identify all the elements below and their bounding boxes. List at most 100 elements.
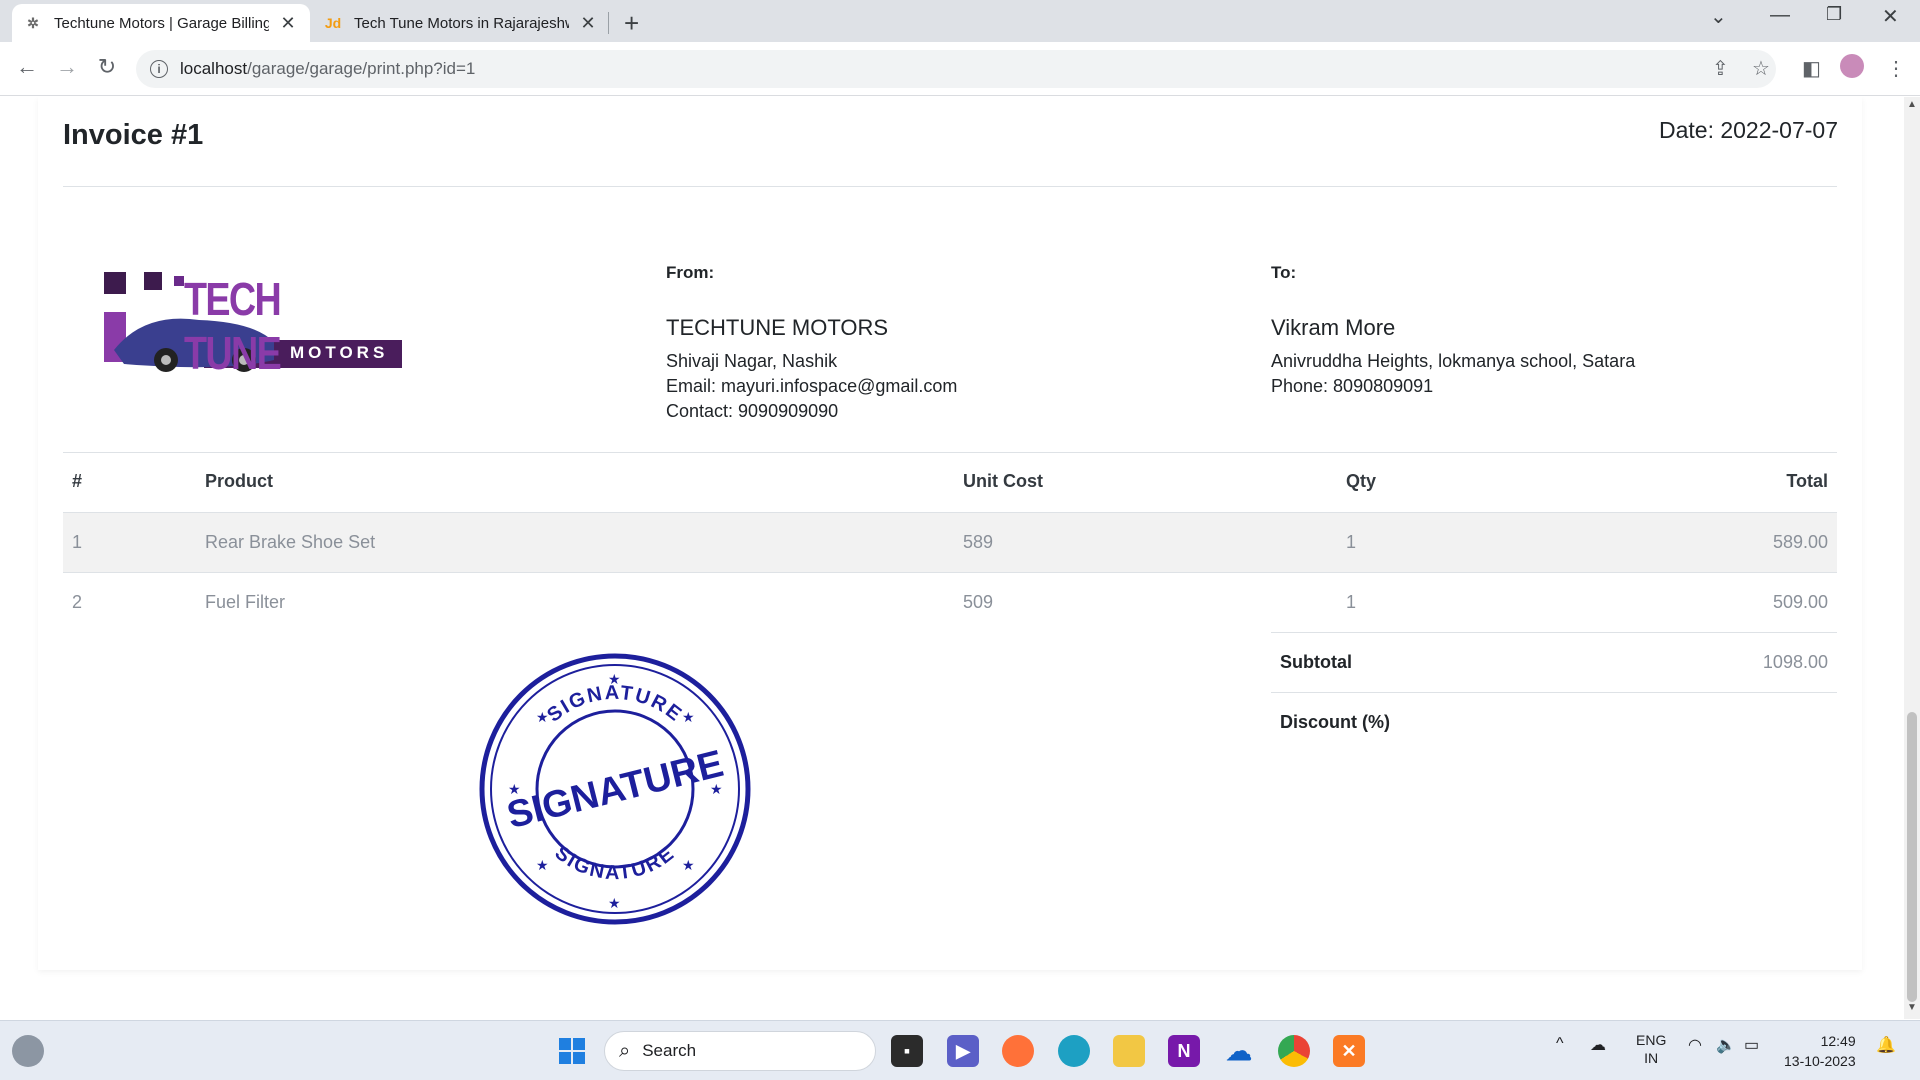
stamp-ring-text-top: SIGNATURE	[543, 682, 685, 727]
row-product: Fuel Filter	[205, 592, 286, 612]
browser-toolbar: ← → ↻ i localhost/garage/garage/print.ph…	[0, 42, 1920, 96]
start-button-icon[interactable]	[556, 1035, 588, 1067]
summary-divider	[1271, 692, 1837, 693]
svg-text:★: ★	[536, 858, 549, 874]
back-arrow-icon[interactable]: ←	[12, 54, 42, 80]
profile-avatar[interactable]	[1840, 54, 1864, 78]
col-header-product: Product	[205, 471, 274, 491]
site-info-icon[interactable]: i	[150, 60, 168, 78]
col-header-number: #	[72, 471, 83, 491]
svg-text:★: ★	[682, 710, 695, 726]
page-scrollbar[interactable]: ▲ ▼	[1904, 97, 1920, 1019]
language-code: ENG	[1636, 1032, 1667, 1048]
from-address: Shivaji Nagar, Nashik	[666, 351, 838, 371]
svg-text:SIGNATURE: SIGNATURE	[551, 842, 680, 884]
clock-time: 12:49	[1820, 1033, 1856, 1049]
windows-taskbar: ⌕ Search ▪ ▶ N ☁ ✕ ^ ☁ ENG IN ◠ 🔈 ▭ 12:4…	[0, 1020, 1920, 1080]
jd-icon: Jd	[324, 15, 342, 31]
tray-overflow-chevron-icon[interactable]: ^	[1556, 1035, 1564, 1053]
from-contact: Contact: 9090909090	[666, 401, 839, 421]
firefox-icon[interactable]	[1002, 1035, 1034, 1067]
stamp-center-text: SIGNATURE	[503, 743, 728, 837]
svg-text:★: ★	[608, 672, 621, 688]
scroll-thumb[interactable]	[1907, 712, 1917, 1002]
minimize-icon[interactable]: —	[1770, 4, 1790, 27]
chrome-icon[interactable]	[1278, 1035, 1310, 1067]
address-bar[interactable]: i localhost/garage/garage/print.php?id=1	[136, 50, 1776, 88]
row-unit-cost: 589	[963, 532, 994, 552]
search-icon: ⌕	[619, 1039, 631, 1062]
onenote-icon[interactable]: N	[1168, 1035, 1200, 1067]
signature-stamp: SIGNATURE SIGNATURE ★ ★ ★ ★ ★ ★ ★ ★ SIGNATUR…	[478, 652, 753, 927]
search-label: Search	[642, 1041, 697, 1060]
from-email: Email: mayuri.infospace@gmail.com	[666, 376, 958, 396]
scroll-down-arrow-icon[interactable]: ▼	[1907, 1002, 1917, 1013]
gear-icon: ✲	[27, 14, 39, 31]
divider	[63, 452, 1837, 453]
row-qty: 1	[1346, 532, 1357, 552]
tab-title: Tech Tune Motors in Rajarajeshw	[354, 14, 569, 32]
row-number: 2	[72, 592, 83, 612]
col-header-qty: Qty	[1346, 471, 1377, 491]
svg-text:★: ★	[536, 710, 549, 726]
from-name: TECHTUNE MOTORS	[666, 315, 889, 340]
scroll-up-arrow-icon[interactable]: ▲	[1907, 99, 1917, 110]
new-tab-icon[interactable]: +	[624, 8, 639, 39]
tab-garage-billing[interactable]: ✲ Techtune Motors | Garage Billing ✕	[12, 4, 310, 42]
row-product: Rear Brake Shoe Set	[205, 532, 376, 552]
svg-text:★: ★	[608, 896, 621, 912]
invoice-title: Invoice #1	[63, 119, 204, 151]
row-unit-cost: 509	[963, 592, 994, 612]
volume-icon[interactable]: 🔈	[1716, 1035, 1736, 1055]
to-phone: Phone: 8090809091	[1271, 376, 1434, 396]
edge-icon[interactable]	[1058, 1035, 1090, 1067]
url-host: localhost	[180, 59, 248, 78]
reload-icon[interactable]: ↻	[92, 54, 122, 80]
language-indicator[interactable]: ENG IN	[1636, 1031, 1666, 1067]
row-total: 589.00	[1772, 532, 1828, 552]
row-total: 509.00	[1772, 592, 1828, 612]
clock-date: 13-10-2023	[1784, 1053, 1856, 1069]
restore-icon[interactable]: ❐	[1826, 4, 1842, 25]
stamp-ring-text-bottom: SIGNATURE	[551, 842, 678, 884]
svg-text:SIGNATURE: SIGNATURE	[543, 682, 687, 727]
taskbar-clock[interactable]: 12:49 13-10-2023	[1784, 1031, 1856, 1071]
row-qty: 1	[1346, 592, 1357, 612]
logo-text-main: TECH TUNE	[184, 273, 282, 379]
region-code: IN	[1644, 1050, 1659, 1066]
tab-separator	[608, 12, 609, 34]
share-icon[interactable]: ⇪	[1712, 56, 1729, 81]
task-view-icon[interactable]: ▪	[891, 1035, 923, 1067]
xampp-icon[interactable]: ✕	[1333, 1035, 1365, 1067]
tab-tech-tune-jd[interactable]: Jd Tech Tune Motors in Rajarajeshw ✕	[312, 4, 610, 42]
teams-chat-icon[interactable]: ▶	[947, 1035, 979, 1067]
tab-search-chevron-icon[interactable]: ⌄	[1710, 4, 1727, 29]
col-header-unit-cost: Unit Cost	[963, 471, 1043, 491]
subtotal-label: Subtotal	[1280, 652, 1352, 672]
menu-kebab-icon[interactable]: ⋮	[1886, 56, 1906, 81]
close-tab-icon[interactable]: ✕	[278, 13, 298, 34]
taskbar-search[interactable]: ⌕ Search	[604, 1031, 876, 1071]
bookmark-star-icon[interactable]: ☆	[1752, 56, 1770, 81]
url-path: /garage/garage/print.php?id=1	[247, 59, 476, 78]
company-logo: TECH TUNE MOTORS	[104, 272, 404, 382]
forward-arrow-icon[interactable]: →	[52, 54, 82, 80]
to-name: Vikram More	[1271, 315, 1396, 340]
wifi-icon[interactable]: ◠	[1688, 1035, 1702, 1055]
notification-bell-icon[interactable]: 🔔	[1876, 1035, 1896, 1055]
network-cloud-icon[interactable]: ☁	[1590, 1035, 1606, 1055]
side-panel-icon[interactable]: ◧	[1802, 56, 1821, 81]
to-label: To:	[1271, 263, 1297, 282]
svg-text:★: ★	[682, 858, 695, 874]
file-explorer-icon[interactable]	[1113, 1035, 1145, 1067]
browser-tab-strip: ✲ Techtune Motors | Garage Billing ✕ Jd …	[0, 0, 1920, 42]
weather-widget-icon[interactable]	[12, 1035, 44, 1067]
from-label: From:	[666, 263, 715, 282]
invoice-card: Invoice #1 Date: 2022-07-07 TECH TUNE MO…	[38, 97, 1862, 970]
onedrive-icon[interactable]: ☁	[1223, 1035, 1255, 1067]
discount-label: Discount (%)	[1280, 712, 1390, 732]
battery-icon[interactable]: ▭	[1744, 1035, 1759, 1055]
close-window-icon[interactable]: ✕	[1882, 4, 1899, 29]
tab-title: Techtune Motors | Garage Billing	[54, 14, 269, 32]
close-tab-icon[interactable]: ✕	[578, 13, 598, 34]
